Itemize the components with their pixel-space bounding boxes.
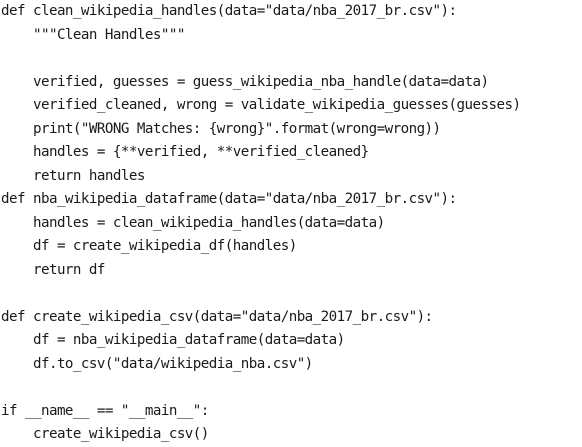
code-line: df = create_wikipedia_df(handles) <box>1 238 297 254</box>
code-line: verified, guesses = guess_wikipedia_nba_… <box>1 73 489 90</box>
code-line: handles = {**verified, **verified_cleane… <box>1 144 369 160</box>
code-line: df = nba_wikipedia_dataframe(data=data) <box>1 332 345 348</box>
code-line: verified_cleaned, wrong = validate_wikip… <box>1 97 521 113</box>
code-line: """Clean Handles""" <box>1 26 185 43</box>
code-line: def clean_wikipedia_handles(data="data/n… <box>1 3 457 19</box>
code-line: create_wikipedia_csv() <box>1 426 209 442</box>
code-line: df.to_csv("data/wikipedia_nba.csv") <box>1 355 313 372</box>
code-block: def clean_wikipedia_handles(data="data/n… <box>1 0 521 447</box>
code-line: def create_wikipedia_csv(data="data/nba_… <box>1 308 433 325</box>
code-line: def nba_wikipedia_dataframe(data="data/n… <box>1 191 457 207</box>
code-line: return handles <box>1 167 145 184</box>
code-line: print("WRONG Matches: {wrong}".format(wr… <box>1 120 441 137</box>
code-line: if __name__ == "__main__": <box>1 402 209 419</box>
code-line: handles = clean_wikipedia_handles(data=d… <box>1 214 385 231</box>
code-line: return df <box>1 261 106 278</box>
